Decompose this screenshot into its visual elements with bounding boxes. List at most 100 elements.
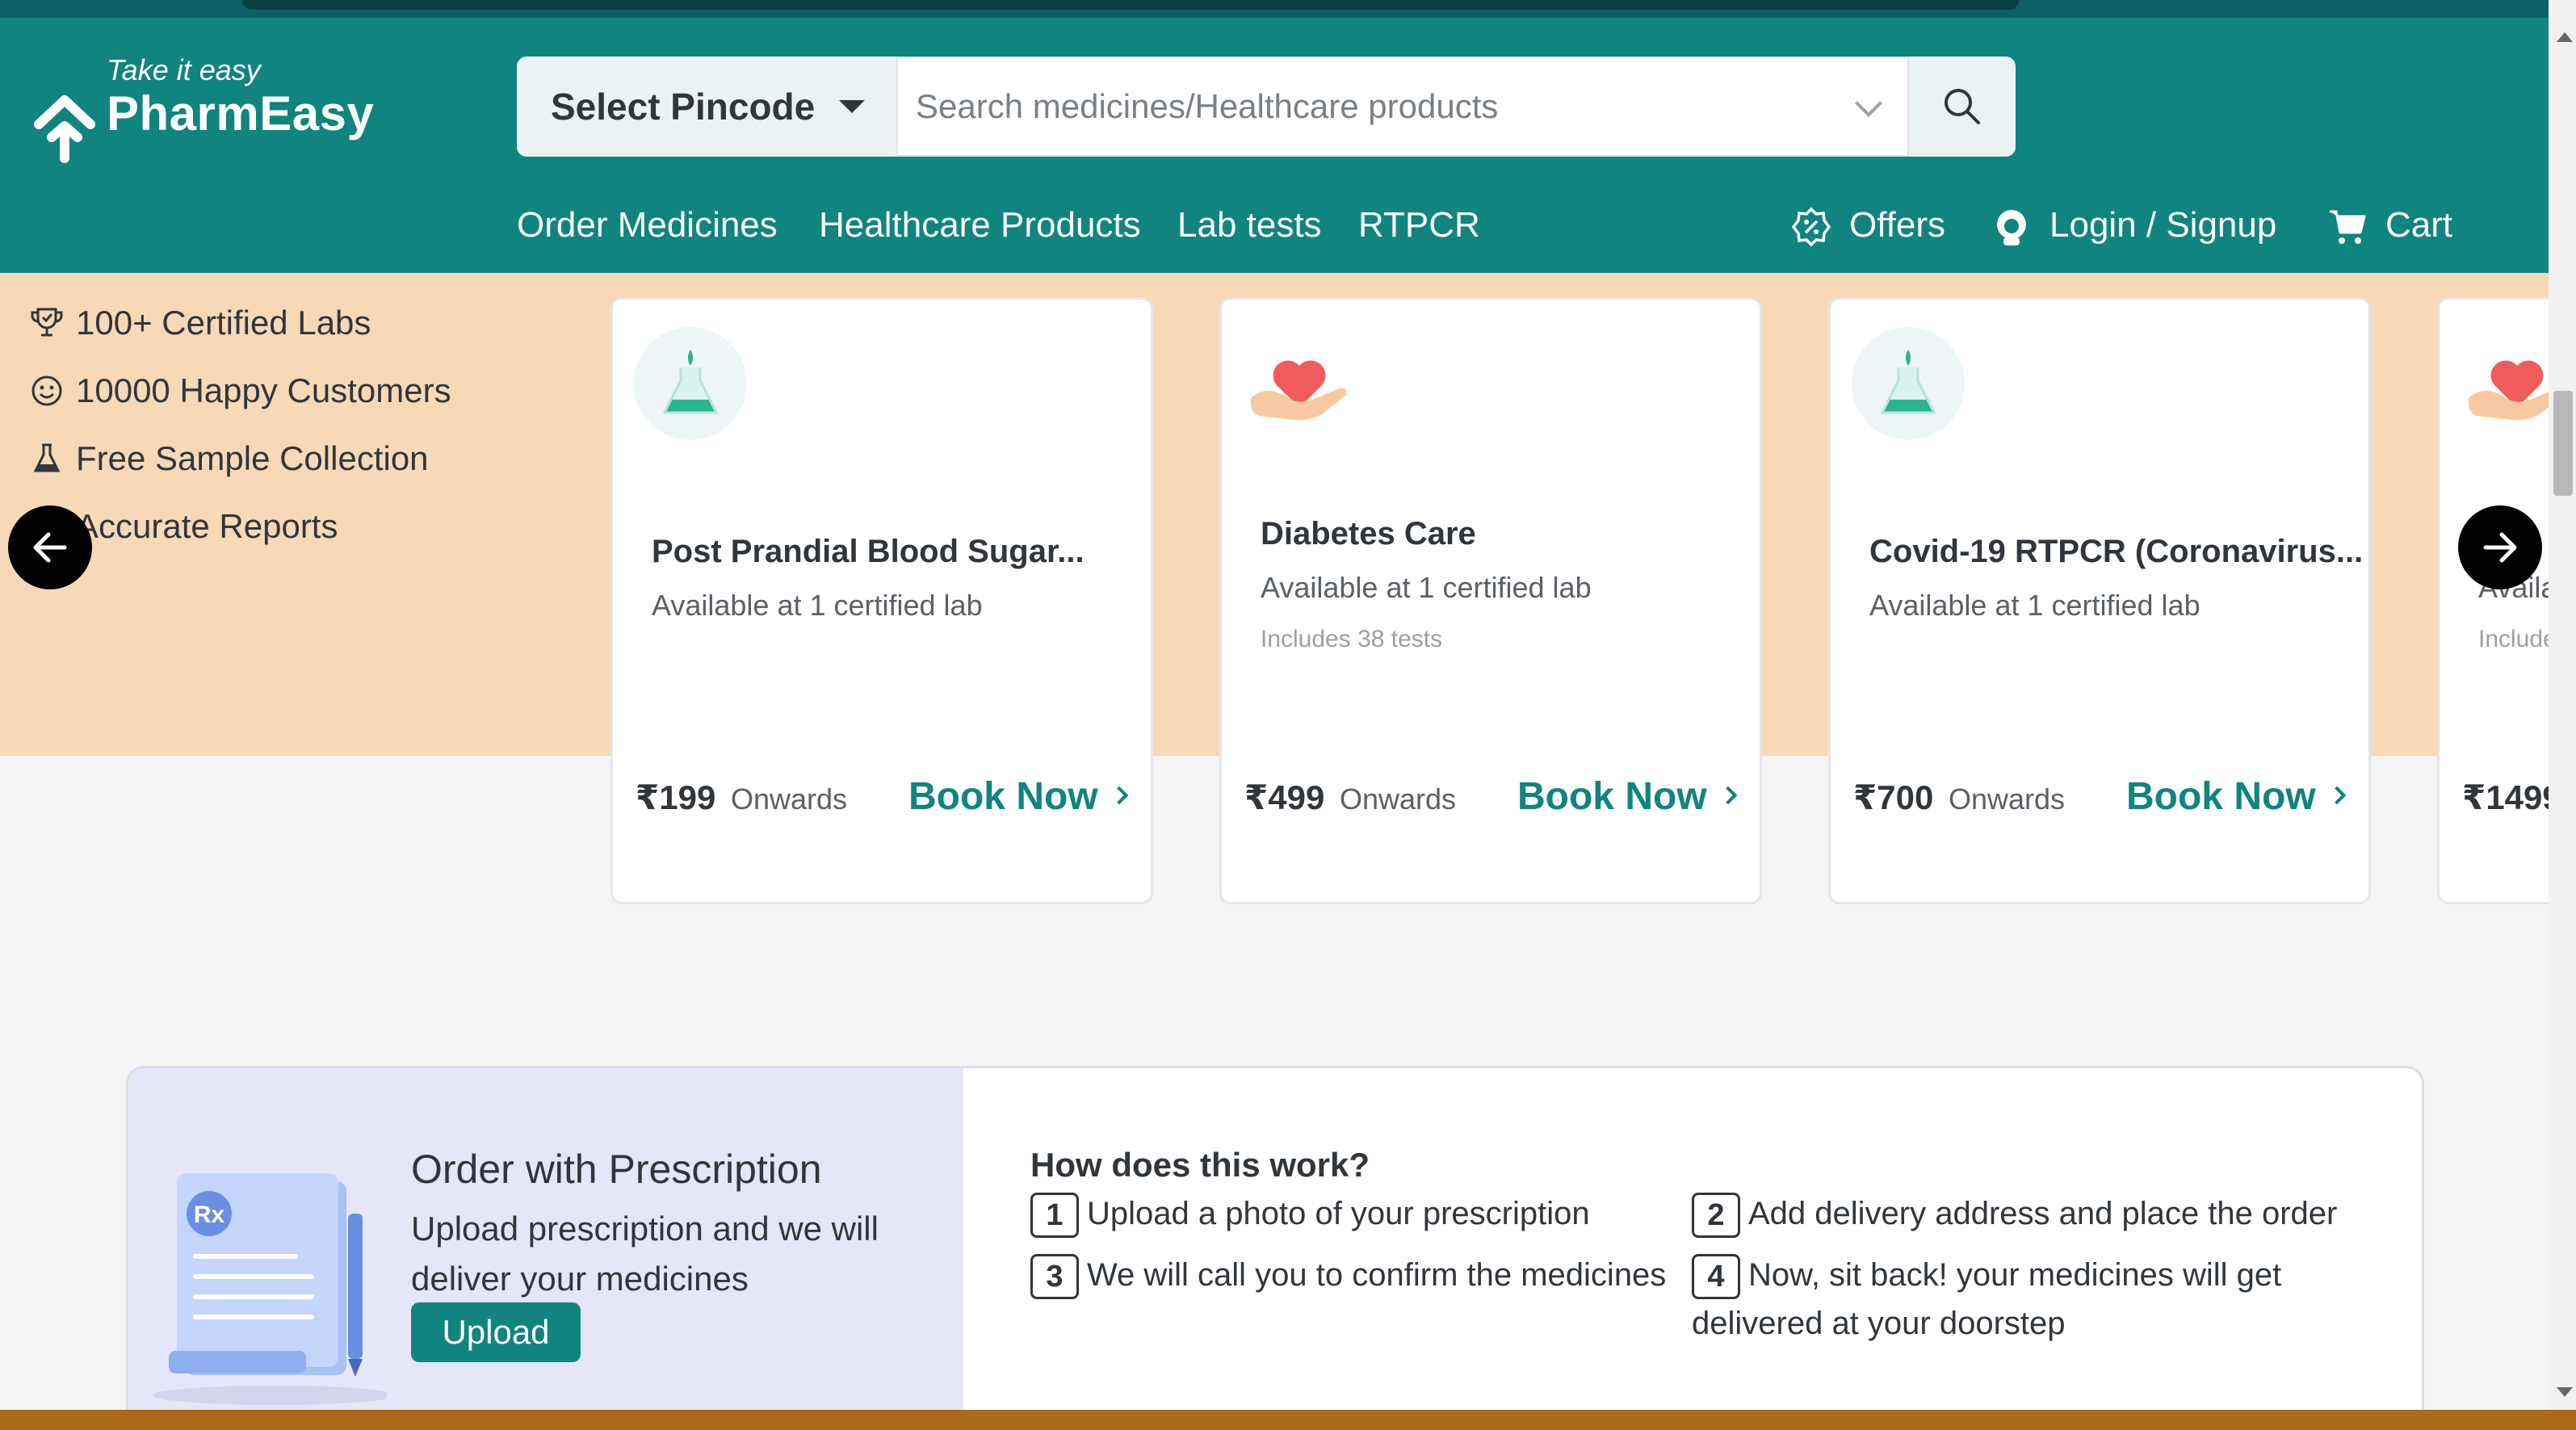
logo-tagline: Take it easy bbox=[107, 53, 261, 86]
nav-offers[interactable]: Offers bbox=[1791, 205, 1945, 247]
step-number: 3 bbox=[1030, 1254, 1079, 1300]
lab-test-card[interactable]: Diabetes Care Available at 1 certified l… bbox=[1219, 297, 1762, 904]
scrollbar-thumb[interactable] bbox=[2553, 391, 2573, 496]
feature-item: Free Sample Collection bbox=[29, 425, 451, 493]
os-taskbar bbox=[0, 1410, 2576, 1430]
order-with-prescription-section: Rx Order with Prescription Upload prescr… bbox=[126, 1066, 2424, 1413]
nav-order-medicines[interactable]: Order Medicines bbox=[517, 205, 778, 245]
upload-button[interactable]: Upload bbox=[411, 1302, 581, 1362]
prescription-panel: Rx Order with Prescription Upload prescr… bbox=[128, 1068, 963, 1411]
feature-item: 10000 Happy Customers bbox=[29, 357, 451, 425]
card-onwards: Onwards bbox=[731, 782, 848, 816]
card-price: ₹199 bbox=[636, 778, 716, 816]
step-number: 2 bbox=[1692, 1193, 1740, 1239]
step-item: 1 Upload a photo of your prescription bbox=[1030, 1189, 1590, 1239]
flask-icon bbox=[1852, 327, 1965, 440]
step-item: 4 Now, sit back! your medicines will get … bbox=[1692, 1251, 2362, 1348]
nav-login-signup[interactable]: Login / Signup bbox=[1991, 205, 2276, 247]
browser-tab-strip bbox=[242, 0, 2019, 10]
offer-badge-icon bbox=[1791, 207, 1831, 247]
step-text: We will call you to confirm the medicine… bbox=[1087, 1257, 1667, 1293]
scroll-down-arrow-icon[interactable] bbox=[2557, 1387, 2573, 1397]
pharmeasy-logo-icon[interactable] bbox=[32, 92, 97, 165]
trophy-icon bbox=[29, 305, 65, 341]
brand-name[interactable]: PharmEasy bbox=[107, 86, 374, 141]
arrow-right-icon bbox=[2483, 532, 2517, 563]
card-availability: Available at 1 certified lab bbox=[1261, 571, 1592, 604]
caret-down-icon bbox=[839, 100, 866, 113]
card-price: ₹1499 bbox=[2462, 778, 2561, 816]
pincode-label: Select Pincode bbox=[551, 86, 816, 128]
main-nav: Order Medicines Healthcare Products Lab … bbox=[0, 205, 2549, 262]
nav-cart[interactable]: Cart bbox=[2327, 205, 2452, 247]
card-title[interactable]: Covid-19 RTPCR (Coronavirus... bbox=[1869, 534, 2363, 570]
feature-label: 100+ Certified Labs bbox=[76, 304, 371, 342]
card-availability: Available at 1 certified lab bbox=[652, 589, 983, 622]
chevron-down-icon[interactable] bbox=[1855, 90, 1882, 117]
flask-icon bbox=[29, 441, 65, 476]
chevron-right-icon bbox=[1718, 786, 1737, 805]
step-item: 2 Add delivery address and place the orde… bbox=[1692, 1189, 2338, 1239]
user-icon bbox=[1997, 210, 2026, 246]
prescription-description: Upload prescription and we will deliver … bbox=[411, 1210, 879, 1298]
card-onwards: Onwards bbox=[1949, 782, 2066, 816]
feature-label: Accurate Reports bbox=[76, 507, 338, 545]
search-input[interactable] bbox=[916, 87, 1804, 126]
card-onwards: Onwards bbox=[1340, 782, 1457, 816]
step-text: Add delivery address and place the order bbox=[1748, 1196, 2338, 1231]
feature-item: Accurate Reports bbox=[29, 493, 451, 560]
card-price: ₹700 bbox=[1853, 778, 1934, 816]
pincode-selector[interactable]: Select Pincode bbox=[517, 57, 896, 157]
chevron-right-icon bbox=[1110, 786, 1128, 805]
card-includes: Include bbox=[2478, 626, 2557, 652]
book-now-button[interactable]: Book Now bbox=[908, 774, 1128, 819]
nav-lab-tests[interactable]: Lab tests bbox=[1177, 205, 1322, 245]
card-includes: Includes 38 tests bbox=[1261, 626, 1443, 652]
book-now-label: Book Now bbox=[1517, 775, 1707, 818]
smiley-icon bbox=[29, 373, 65, 409]
book-now-label: Book Now bbox=[908, 775, 1098, 818]
cart-icon bbox=[2330, 210, 2366, 245]
nav-healthcare-products[interactable]: Healthcare Products bbox=[819, 205, 1141, 245]
cart-label: Cart bbox=[2385, 205, 2453, 245]
heart-hand-icon bbox=[1243, 327, 1356, 440]
prescription-title: Order with Prescription bbox=[411, 1147, 822, 1192]
step-text: Upload a photo of your prescription bbox=[1087, 1196, 1590, 1231]
nav-rtpcr[interactable]: RTPCR bbox=[1358, 205, 1480, 245]
step-item: 3 We will call you to confirm the medicin… bbox=[1030, 1251, 1667, 1300]
book-now-button[interactable]: Book Now bbox=[1517, 774, 1737, 819]
feature-label: Free Sample Collection bbox=[76, 439, 429, 477]
search-box[interactable] bbox=[896, 57, 1909, 157]
feature-list: 100+ Certified Labs 10000 Happy Customer… bbox=[29, 289, 451, 560]
feature-label: 10000 Happy Customers bbox=[76, 371, 451, 409]
vertical-scrollbar[interactable] bbox=[2549, 0, 2576, 1430]
card-availability: Available at 1 certified lab bbox=[1869, 589, 2201, 622]
card-price: ₹499 bbox=[1244, 778, 1325, 816]
book-now-label: Book Now bbox=[2126, 775, 2316, 818]
chevron-right-icon bbox=[2327, 786, 2346, 805]
step-number: 1 bbox=[1030, 1193, 1079, 1239]
search-icon bbox=[1945, 89, 1980, 124]
flask-icon bbox=[634, 327, 747, 440]
browser-top-strip bbox=[0, 0, 2549, 18]
carousel-prev-button[interactable] bbox=[8, 505, 92, 589]
card-title[interactable]: Diabetes Care bbox=[1261, 516, 1476, 552]
lab-test-card[interactable]: Covid-19 RTPCR (Coronavirus... Available… bbox=[1828, 297, 2371, 904]
prescription-illustration-icon: Rx bbox=[153, 1173, 387, 1405]
scroll-up-arrow-icon[interactable] bbox=[2557, 32, 2573, 42]
login-label: Login / Signup bbox=[2049, 205, 2277, 245]
how-it-works-title: How does this work? bbox=[1030, 1146, 1370, 1184]
site-header: Take it easy PharmEasy Select Pincode Or… bbox=[0, 18, 2549, 273]
step-text: Now, sit back! your medicines will get d… bbox=[1692, 1257, 2282, 1342]
feature-item: 100+ Certified Labs bbox=[29, 289, 451, 357]
page: Take it easy PharmEasy Select Pincode Or… bbox=[0, 0, 2576, 1430]
card-title[interactable]: Post Prandial Blood Sugar... bbox=[652, 534, 1085, 570]
offers-label: Offers bbox=[1849, 205, 1946, 245]
search-button[interactable] bbox=[1909, 57, 2016, 157]
lab-test-card[interactable]: Post Prandial Blood Sugar... Available a… bbox=[610, 297, 1153, 904]
rx-badge-text: Rx bbox=[194, 1201, 225, 1228]
step-number: 4 bbox=[1692, 1254, 1740, 1300]
arrow-left-icon bbox=[33, 532, 67, 563]
carousel-next-button[interactable] bbox=[2458, 505, 2542, 589]
book-now-button[interactable]: Book Now bbox=[2126, 774, 2346, 819]
